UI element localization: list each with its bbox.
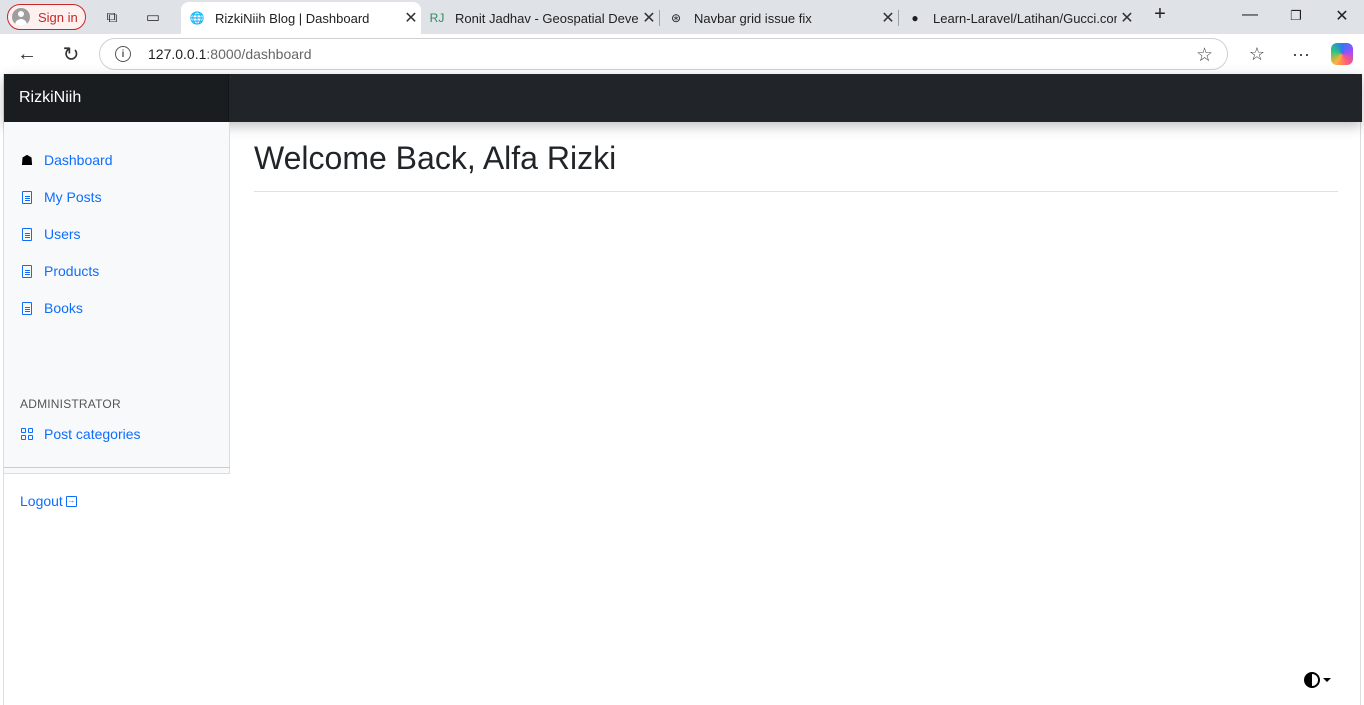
tab-actions-icon[interactable]: ▭ bbox=[144, 8, 162, 26]
grid-icon bbox=[20, 427, 34, 441]
top-navbar: RizkiNiih bbox=[4, 74, 1362, 122]
favorite-star-icon[interactable]: ☆ bbox=[1196, 44, 1213, 67]
sidebar-item-users[interactable]: Users bbox=[20, 223, 81, 245]
sidebar: ☗ Dashboard My Posts Users Products Book… bbox=[4, 122, 230, 509]
file-icon bbox=[20, 227, 34, 241]
tab-dashboard[interactable]: 🌐 RizkiNiih Blog | Dashboard ✕ bbox=[181, 2, 421, 34]
back-icon[interactable]: ← bbox=[15, 42, 39, 66]
close-tab-icon[interactable]: ✕ bbox=[401, 8, 421, 28]
sign-in-button[interactable]: Sign in bbox=[7, 4, 86, 30]
file-icon bbox=[20, 301, 34, 315]
refresh-icon[interactable]: ↻ bbox=[59, 42, 83, 66]
more-options-icon[interactable]: ··· bbox=[1289, 42, 1313, 66]
chatgpt-icon: ⊛ bbox=[670, 11, 682, 25]
sidebar-item-products[interactable]: Products bbox=[20, 260, 99, 282]
close-tab-icon[interactable]: ✕ bbox=[1117, 8, 1137, 28]
globe-icon: 🌐 bbox=[189, 11, 205, 25]
copilot-icon[interactable] bbox=[1331, 43, 1353, 65]
sidebar-item-my-posts[interactable]: My Posts bbox=[20, 186, 102, 208]
workspaces-icon[interactable]: ⧉ bbox=[103, 8, 121, 26]
tab-github[interactable]: ● Learn-Laravel/Latihan/Gucci.com ✕ bbox=[899, 2, 1137, 34]
caret-down-icon bbox=[1323, 678, 1331, 682]
sidebar-item-dashboard[interactable]: ☗ Dashboard bbox=[20, 149, 113, 171]
sidebar-item-books[interactable]: Books bbox=[20, 297, 83, 319]
close-window-icon[interactable]: ✕ bbox=[1332, 6, 1352, 26]
tab-ronit[interactable]: RJ Ronit Jadhav - Geospatial Develo ✕ bbox=[421, 2, 659, 34]
browser-tab-bar: Sign in ⧉ ▭ 🌐 RizkiNiih Blog | Dashboard… bbox=[0, 0, 1364, 34]
brand-link[interactable]: RizkiNiih bbox=[4, 74, 229, 122]
address-bar[interactable]: i 127.0.0.1:8000/dashboard ☆ bbox=[99, 38, 1228, 70]
title-divider bbox=[254, 191, 1338, 192]
portfolio-icon: RJ bbox=[429, 11, 445, 25]
logout-button[interactable]: Logout → bbox=[20, 493, 77, 509]
theme-toggle-button[interactable] bbox=[1304, 672, 1331, 688]
close-tab-icon[interactable]: ✕ bbox=[639, 8, 659, 28]
home-icon: ☗ bbox=[20, 151, 34, 168]
github-icon: ● bbox=[911, 11, 919, 25]
logout-icon: → bbox=[65, 495, 77, 507]
new-tab-icon[interactable]: + bbox=[1150, 3, 1170, 26]
site-info-icon[interactable]: i bbox=[115, 46, 131, 62]
file-icon bbox=[20, 190, 34, 204]
favorites-icon[interactable]: ☆ bbox=[1245, 42, 1269, 66]
contrast-icon bbox=[1304, 672, 1320, 688]
minimize-icon[interactable]: — bbox=[1240, 6, 1260, 24]
browser-toolbar: ← ↻ i 127.0.0.1:8000/dashboard ☆ ☆ ··· bbox=[0, 34, 1364, 74]
sidebar-divider bbox=[4, 467, 230, 468]
page-viewport: RizkiNiih ☗ Dashboard My Posts Users Pro… bbox=[3, 74, 1362, 705]
file-icon bbox=[20, 264, 34, 278]
close-tab-icon[interactable]: ✕ bbox=[878, 8, 898, 28]
restore-icon[interactable]: ❐ bbox=[1286, 8, 1306, 24]
tab-navbar-issue[interactable]: ⊛ Navbar grid issue fix ✕ bbox=[660, 2, 898, 34]
page-title: Welcome Back, Alfa Rizki bbox=[254, 140, 617, 176]
sign-in-label: Sign in bbox=[38, 9, 78, 25]
profile-icon bbox=[12, 8, 30, 26]
sidebar-item-post-categories[interactable]: Post categories bbox=[20, 423, 141, 445]
administrator-heading: ADMINISTRATOR bbox=[20, 397, 121, 411]
